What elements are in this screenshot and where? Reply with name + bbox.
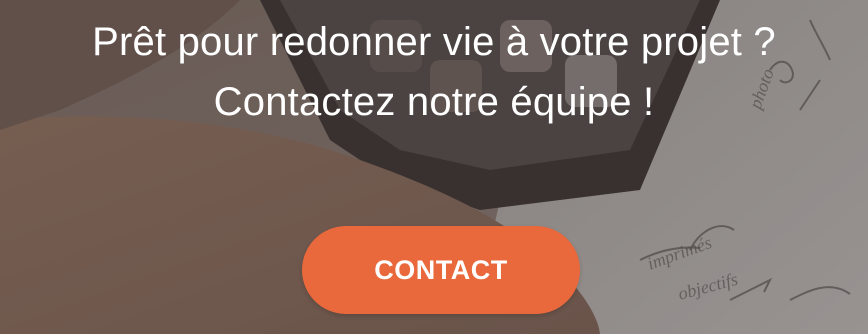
contact-hero-banner: photo imprimés objectifs Prêt pour redon… xyxy=(0,0,868,334)
hero-headline: Prêt pour redonner vie à votre projet ? … xyxy=(0,12,868,132)
contact-button[interactable]: CONTACT xyxy=(302,226,580,314)
headline-line-2: Contactez notre équipe ! xyxy=(213,80,655,124)
headline-line-1: Prêt pour redonner vie à votre projet ? xyxy=(92,20,776,64)
